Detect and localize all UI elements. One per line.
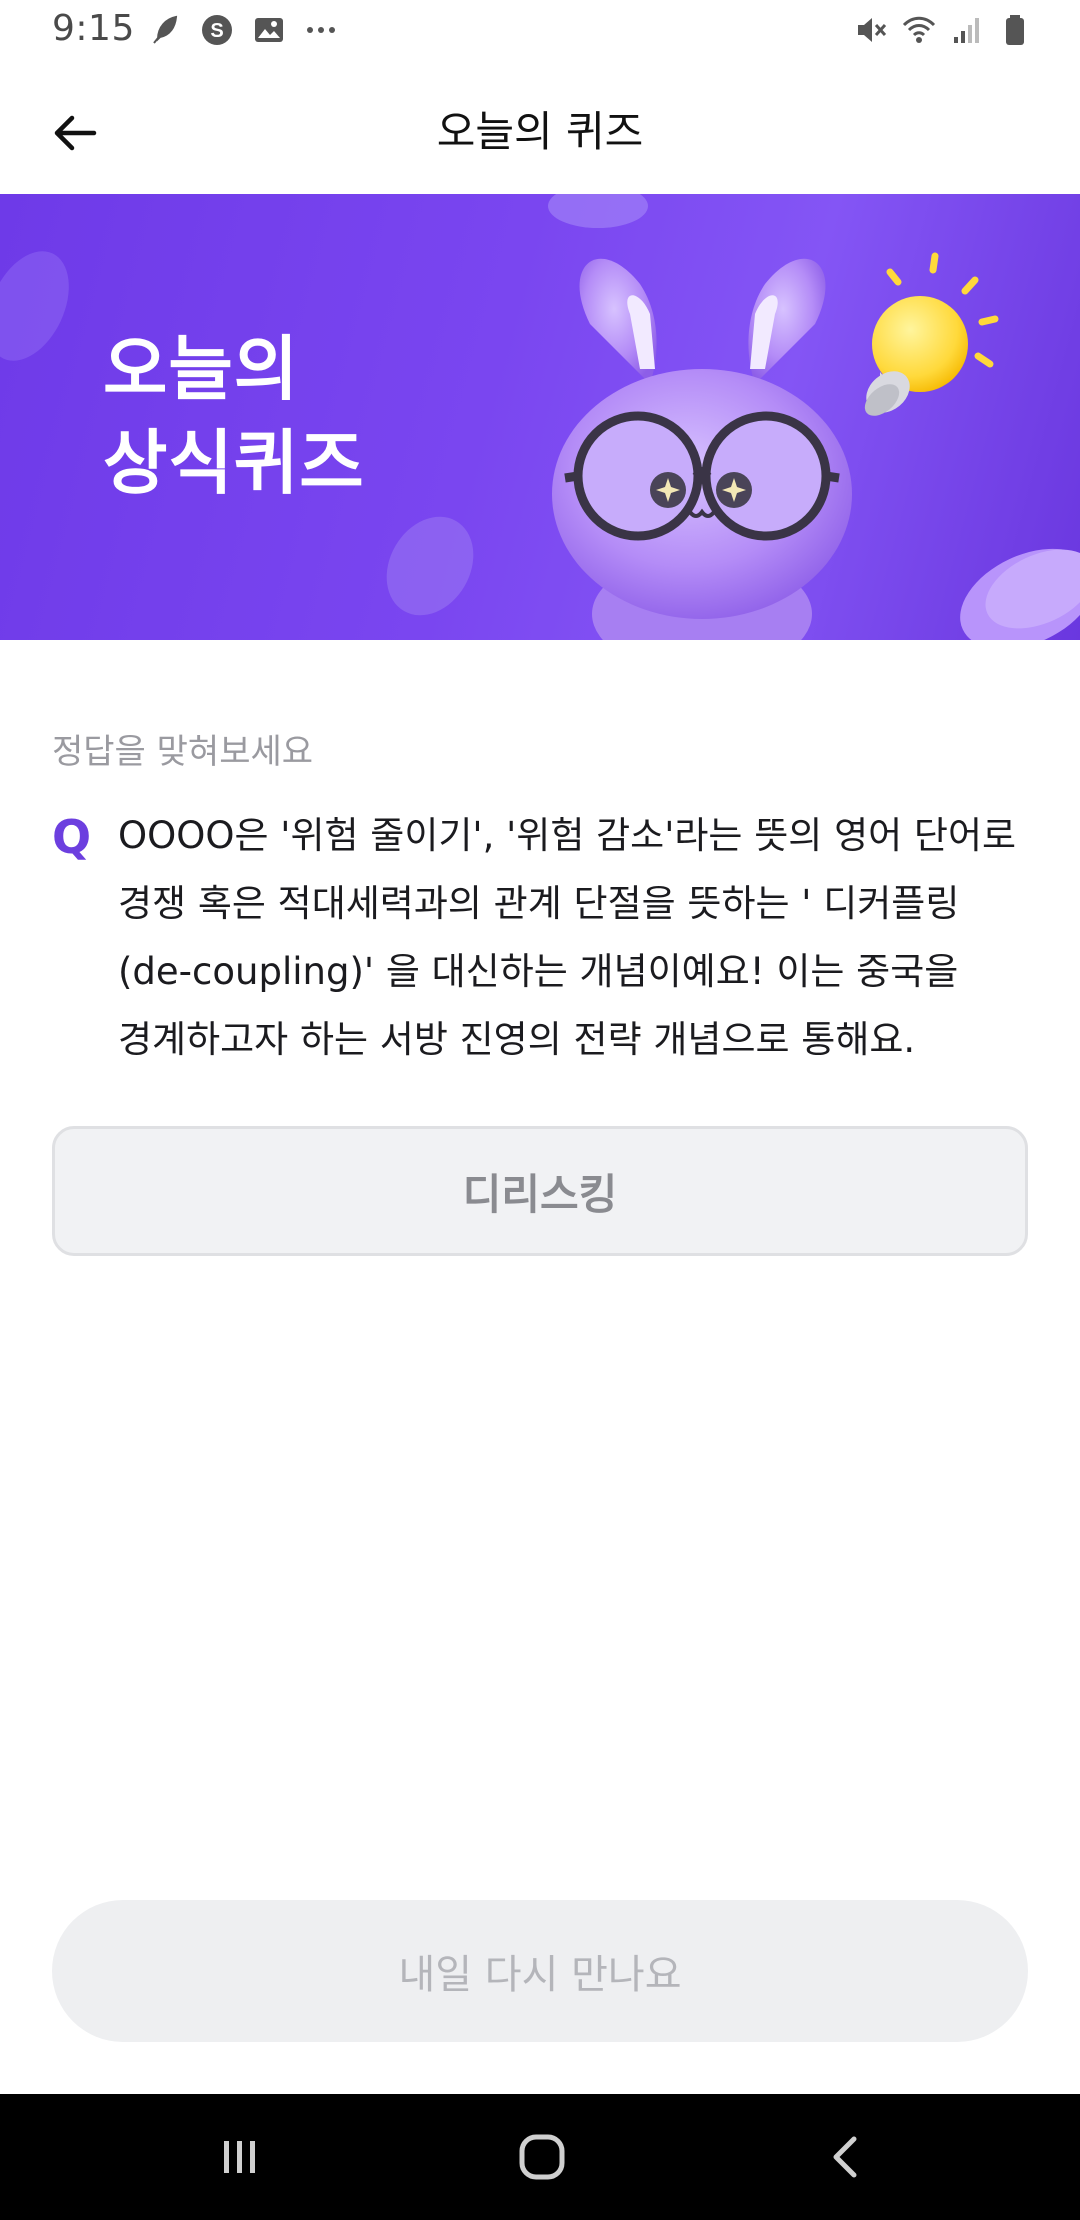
banner-title: 오늘의 상식퀴즈 — [103, 322, 365, 510]
gallery-icon — [255, 18, 283, 42]
home-icon — [519, 2134, 565, 2180]
cta-label: 내일 다시 만나요 — [398, 1952, 682, 1998]
quiz-banner: 오늘의 상식퀴즈 — [0, 194, 1080, 640]
status-left-icons: S — [148, 13, 338, 47]
status-bar: 9:15 S — [0, 0, 1080, 62]
banner-title-line2: 상식퀴즈 — [103, 422, 365, 504]
status-time: 9:15 — [52, 8, 135, 49]
answer-box: 디리스킹 — [52, 1126, 1028, 1256]
answer-text: 디리스킹 — [462, 1169, 618, 1219]
s-circle-icon: S — [202, 15, 232, 45]
signal-icon — [954, 18, 979, 43]
app-bar: 오늘의 퀴즈 — [0, 62, 1080, 194]
screen: 9:15 S 오늘의 퀴즈 오늘의 상식퀴즈 정답을 맞혀보세요 Q OOOO은… — [0, 0, 1080, 2220]
system-nav-bar — [0, 2094, 1080, 2220]
battery-icon — [1006, 15, 1024, 45]
home-button[interactable] — [502, 2124, 582, 2190]
svg-text:S: S — [210, 20, 223, 42]
feather-icon — [153, 15, 178, 44]
see-you-tomorrow-button[interactable]: 내일 다시 만나요 — [52, 1900, 1028, 2042]
wifi-icon — [902, 16, 936, 43]
page-title: 오늘의 퀴즈 — [436, 107, 644, 156]
more-dots-icon — [307, 27, 335, 33]
recent-apps-icon — [224, 2141, 255, 2173]
banner-title-line1: 오늘의 — [103, 328, 300, 410]
recent-apps-button[interactable] — [200, 2124, 280, 2190]
system-back-button[interactable] — [806, 2124, 886, 2190]
status-right-icons — [854, 13, 1032, 47]
quiz-prompt: 정답을 맞혀보세요 — [52, 732, 314, 772]
question-text: OOOO은 '위험 줄이기', '위험 감소'라는 뜻의 영어 단어로 경쟁 혹… — [118, 814, 1017, 1061]
mute-icon — [858, 18, 887, 42]
question-label: Q — [52, 810, 92, 864]
back-chevron-icon — [833, 2136, 857, 2178]
